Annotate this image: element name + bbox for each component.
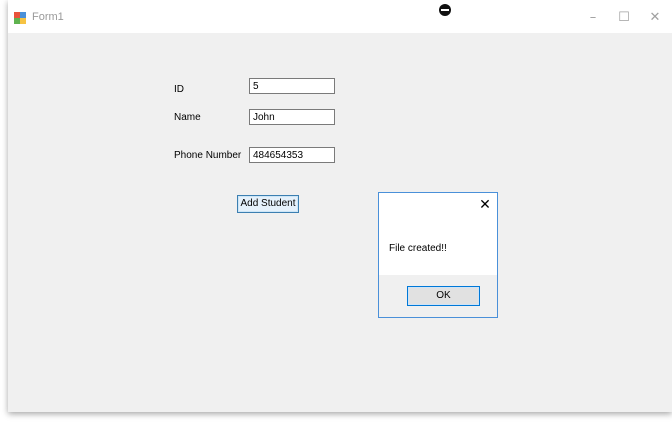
cursor-icon: [439, 4, 451, 16]
close-button[interactable]: ✕: [645, 8, 665, 28]
maximize-button[interactable]: ☐: [614, 8, 634, 28]
name-field[interactable]: John: [249, 109, 335, 125]
main-window: Form1 – ☐ ✕ ID 5 Name John Phone Number …: [8, 0, 672, 412]
name-label: Name: [174, 112, 201, 123]
ok-button[interactable]: OK: [407, 286, 480, 306]
form-icon: [14, 12, 26, 24]
id-label: ID: [174, 84, 184, 95]
minimize-button[interactable]: –: [583, 8, 603, 28]
id-field[interactable]: 5: [249, 78, 335, 94]
dialog-message: File created!!: [389, 243, 447, 254]
dialog-close-button[interactable]: ✕: [477, 197, 493, 213]
message-dialog: ✕ File created!! OK: [378, 192, 498, 318]
window-title: Form1: [32, 11, 64, 23]
title-bar[interactable]: Form1 – ☐ ✕: [8, 0, 672, 33]
phone-field[interactable]: 484654353: [249, 147, 335, 163]
add-student-button[interactable]: Add Student: [237, 195, 299, 213]
phone-label: Phone Number: [174, 150, 242, 161]
